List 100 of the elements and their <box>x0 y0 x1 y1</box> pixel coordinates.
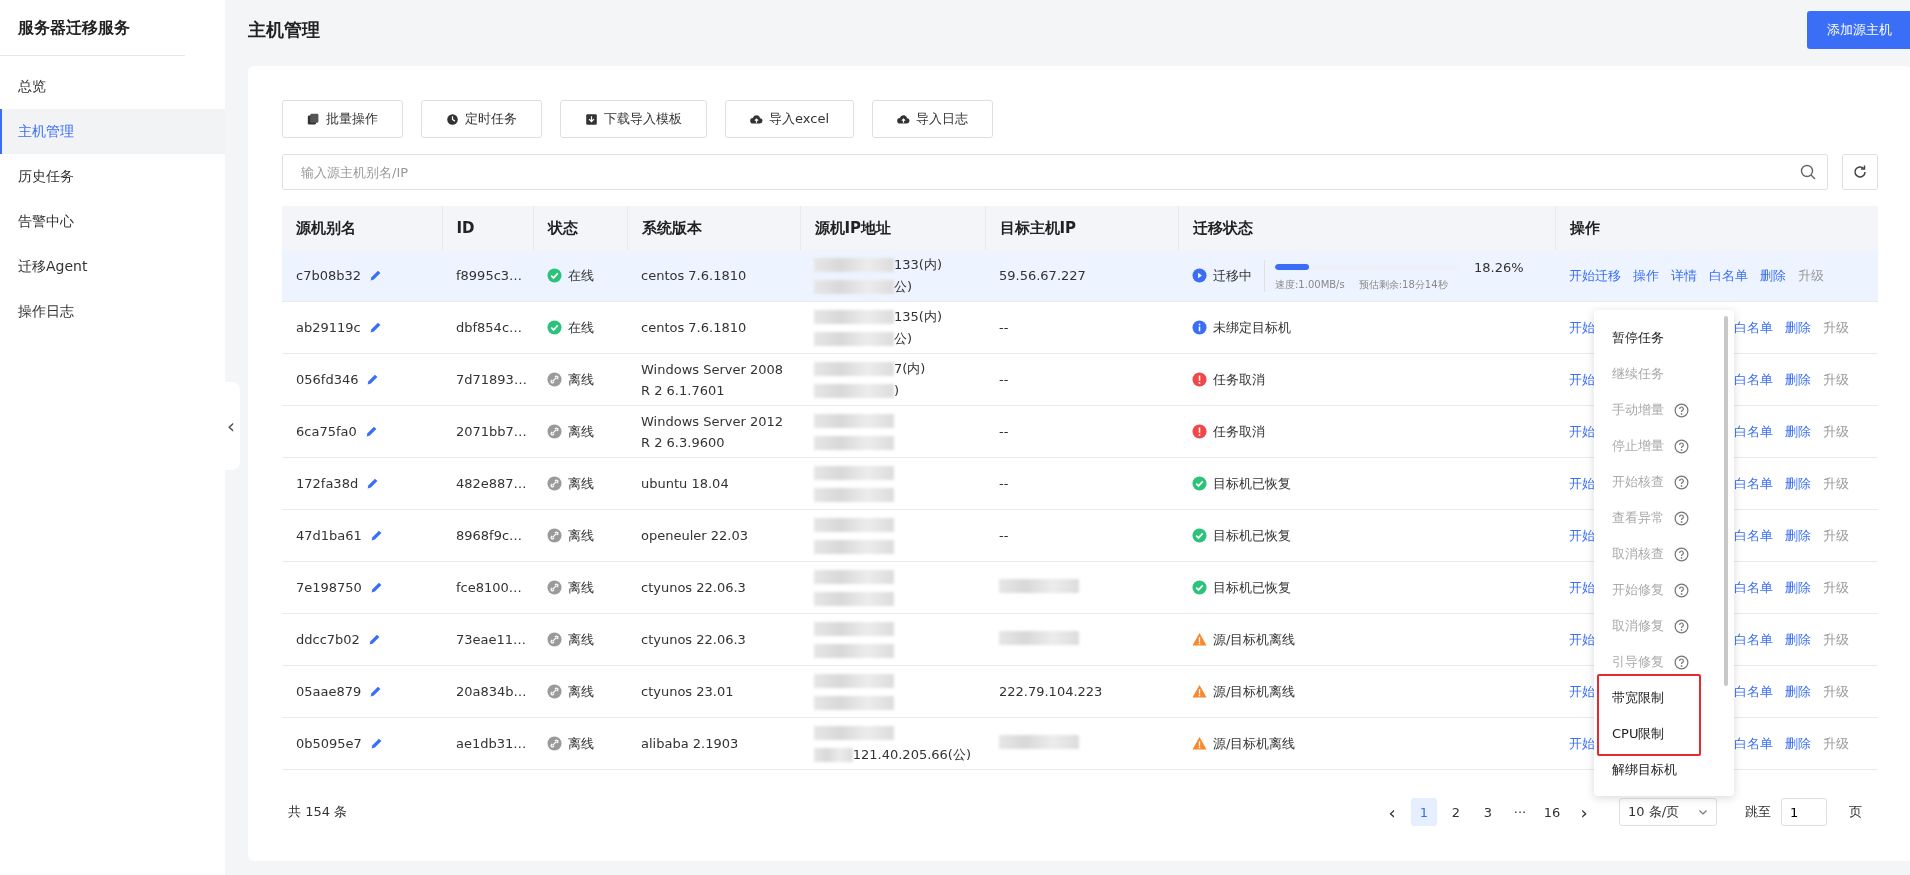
action-link[interactable]: 白名单 <box>1734 474 1773 493</box>
action-link[interactable]: 删除 <box>1785 526 1811 545</box>
page-button[interactable]: 16 <box>1539 798 1565 826</box>
next-page-button[interactable]: › <box>1571 798 1597 826</box>
action-link[interactable]: 白名单 <box>1734 526 1773 545</box>
edit-icon[interactable] <box>369 269 382 282</box>
edit-icon[interactable] <box>369 529 383 542</box>
page-button[interactable]: 1 <box>1411 798 1437 826</box>
help-icon <box>1674 438 1689 454</box>
action-link[interactable]: 删除 <box>1785 682 1811 701</box>
sidebar-item[interactable]: 历史任务 <box>0 154 225 199</box>
action-link[interactable]: 删除 <box>1785 630 1811 649</box>
action-link[interactable]: 删除 <box>1785 474 1811 493</box>
toolbar-button[interactable]: 导入日志 <box>872 100 993 138</box>
column-header: 目标主机IP <box>985 206 1178 250</box>
migration-status: 源/目标机离线 <box>1213 734 1296 753</box>
action-link[interactable]: 开始迁移 <box>1569 266 1621 285</box>
action-link[interactable]: 删除 <box>1785 734 1811 753</box>
page-button[interactable]: 2 <box>1443 798 1469 826</box>
action-link[interactable]: 删除 <box>1785 578 1811 597</box>
action-link[interactable]: 白名单 <box>1709 266 1748 285</box>
toolbar-button[interactable]: 批量操作 <box>282 100 403 138</box>
target-ip: -- <box>999 320 1009 335</box>
menu-item[interactable]: CPU限制 <box>1594 716 1734 752</box>
column-header: 源机IP地址 <box>800 206 985 250</box>
host-id: dbf854c… <box>456 320 523 335</box>
sidebar-item[interactable]: 操作日志 <box>0 289 225 334</box>
edit-icon[interactable] <box>369 737 383 750</box>
host-id: 20a834b… <box>456 684 527 699</box>
previous-page-button[interactable]: ‹ <box>1379 798 1405 826</box>
migration-status: 目标机已恢复 <box>1213 526 1291 545</box>
link-icon <box>547 528 562 543</box>
link-icon <box>547 580 562 595</box>
edit-icon[interactable] <box>369 581 383 594</box>
os-version: ctyunos 22.06.3 <box>641 580 746 595</box>
source-ip: 135(内) <box>894 307 942 326</box>
action-link[interactable]: 白名单 <box>1734 734 1773 753</box>
action-link[interactable]: 删除 <box>1785 370 1811 389</box>
link-icon <box>547 476 562 491</box>
menu-item[interactable]: 解绑目标机 <box>1594 752 1734 788</box>
download-icon <box>585 112 598 126</box>
collapse-sidebar-button[interactable]: ‹ <box>222 382 240 470</box>
link-icon <box>547 736 562 751</box>
link-icon <box>547 424 562 439</box>
host-alias: 0b5095e7 <box>296 736 362 751</box>
search-field[interactable]: 输入源主机别名/IP <box>282 154 1828 190</box>
refresh-button[interactable] <box>1842 154 1878 190</box>
target-ip: 59.56.67.227 <box>999 268 1086 283</box>
sidebar-item[interactable]: 迁移Agent <box>0 244 225 289</box>
host-alias: 05aae879 <box>296 684 362 699</box>
menu-item[interactable]: 带宽限制 <box>1594 680 1734 716</box>
cloud-upload-icon <box>750 112 763 126</box>
add-host-button[interactable]: 添加源主机 <box>1807 11 1910 49</box>
refresh-icon <box>1852 164 1868 180</box>
total-count: 共 154 条 <box>288 803 348 821</box>
edit-icon[interactable] <box>366 373 380 386</box>
host-id: ae1db31… <box>456 736 527 751</box>
os-version: Windows Server 2008 R 2 6.1.7601 <box>641 361 783 398</box>
target-ip: 222.79.104.223 <box>999 684 1103 699</box>
action-link[interactable]: 详情 <box>1671 266 1697 285</box>
action-link[interactable]: 白名单 <box>1734 370 1773 389</box>
sidebar-item[interactable]: 告警中心 <box>0 199 225 244</box>
action-link[interactable]: 白名单 <box>1734 630 1773 649</box>
toolbar-button[interactable]: 定时任务 <box>421 100 542 138</box>
page-size-select[interactable]: 10 条/页 <box>1619 798 1717 826</box>
action-link[interactable]: 删除 <box>1785 318 1811 337</box>
page-unit-label: 页 <box>1849 803 1862 821</box>
help-icon <box>1674 510 1689 526</box>
column-header: ID <box>442 206 533 250</box>
menu-item[interactable]: 暂停任务 <box>1594 320 1734 356</box>
error-icon <box>1192 372 1207 387</box>
host-id: 482e887… <box>456 476 527 491</box>
edit-icon[interactable] <box>369 685 383 698</box>
action-link[interactable]: 删除 <box>1760 266 1786 285</box>
sidebar-item[interactable]: 主机管理 <box>0 109 225 154</box>
host-id: f8995c3… <box>456 268 523 283</box>
edit-icon[interactable] <box>366 477 380 490</box>
migration-status: 源/目标机离线 <box>1213 682 1296 701</box>
check-circle-icon <box>1192 476 1207 491</box>
sidebar-item[interactable]: 总览 <box>0 64 225 109</box>
action-link[interactable]: 操作 <box>1633 266 1659 285</box>
toolbar-button[interactable]: 导入excel <box>725 100 854 138</box>
edit-icon[interactable] <box>364 425 378 438</box>
online-status: 离线 <box>568 526 594 545</box>
online-status: 离线 <box>568 422 594 441</box>
toolbar-button[interactable]: 下载导入模板 <box>560 100 707 138</box>
search-icon <box>1800 164 1816 180</box>
page-button[interactable]: ··· <box>1507 798 1533 826</box>
action-link[interactable]: 删除 <box>1785 422 1811 441</box>
scrollbar[interactable] <box>1724 316 1728 686</box>
action-link[interactable]: 白名单 <box>1734 422 1773 441</box>
action-link[interactable]: 白名单 <box>1734 682 1773 701</box>
edit-icon[interactable] <box>367 633 381 646</box>
edit-icon[interactable] <box>368 321 382 334</box>
source-ip: 公) <box>894 277 913 296</box>
target-ip: -- <box>999 528 1009 543</box>
action-link[interactable]: 白名单 <box>1734 318 1773 337</box>
jump-field[interactable]: 1 <box>1781 798 1827 826</box>
action-link[interactable]: 白名单 <box>1734 578 1773 597</box>
page-button[interactable]: 3 <box>1475 798 1501 826</box>
